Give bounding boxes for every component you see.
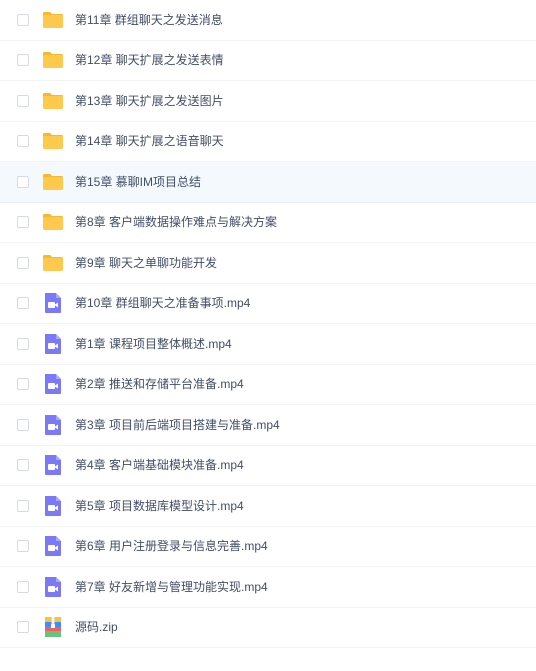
row-checkbox[interactable]: [17, 54, 29, 67]
file-row[interactable]: 第9章 聊天之单聊功能开发: [0, 243, 536, 284]
file-row[interactable]: 第5章 项目数据库模型设计.mp4: [0, 486, 536, 527]
file-name[interactable]: 第9章 聊天之单聊功能开发: [75, 256, 217, 270]
file-name[interactable]: 第10章 群组聊天之准备事项.mp4: [75, 296, 250, 310]
file-row[interactable]: 第3章 项目前后端项目搭建与准备.mp4: [0, 405, 536, 446]
file-list: 第11章 群组聊天之发送消息 第12章 聊天扩展之发送表情 第13章 聊天扩展之…: [0, 0, 536, 648]
row-checkbox[interactable]: [17, 418, 29, 431]
row-checkbox[interactable]: [17, 499, 29, 512]
file-name[interactable]: 第13章 聊天扩展之发送图片: [75, 94, 224, 108]
file-name[interactable]: 第4章 客户端基础模块准备.mp4: [75, 458, 244, 472]
file-row[interactable]: 第10章 群组聊天之准备事项.mp4: [0, 284, 536, 324]
file-name[interactable]: 源码.zip: [75, 620, 118, 634]
row-checkbox[interactable]: [17, 175, 29, 188]
folder-icon: [41, 170, 65, 194]
row-checkbox[interactable]: [17, 216, 29, 229]
row-checkbox[interactable]: [17, 135, 29, 148]
zip-archive-icon: [41, 615, 65, 639]
file-row[interactable]: 第12章 聊天扩展之发送表情: [0, 41, 536, 81]
file-name[interactable]: 第7章 好友新增与管理功能实现.mp4: [75, 580, 268, 594]
file-name[interactable]: 第8章 客户端数据操作难点与解决方案: [75, 215, 277, 229]
folder-icon: [41, 48, 65, 72]
file-row[interactable]: 第2章 推送和存储平台准备.mp4: [0, 365, 536, 405]
file-row[interactable]: 第8章 客户端数据操作难点与解决方案: [0, 203, 536, 243]
folder-icon: [41, 251, 65, 275]
video-file-icon: [41, 372, 65, 396]
video-file-icon: [41, 291, 65, 315]
row-checkbox[interactable]: [17, 337, 29, 350]
file-name[interactable]: 第2章 推送和存储平台准备.mp4: [75, 377, 244, 391]
folder-icon: [41, 89, 65, 113]
video-file-icon: [41, 575, 65, 599]
file-row[interactable]: 第6章 用户注册登录与信息完善.mp4: [0, 527, 536, 567]
file-row[interactable]: 源码.zip: [0, 608, 536, 648]
video-file-icon: [41, 534, 65, 558]
file-name[interactable]: 第14章 聊天扩展之语音聊天: [75, 134, 224, 148]
file-row[interactable]: 第7章 好友新增与管理功能实现.mp4: [0, 567, 536, 608]
folder-icon: [41, 8, 65, 32]
video-file-icon: [41, 453, 65, 477]
file-row[interactable]: 第11章 群组聊天之发送消息: [0, 0, 536, 41]
row-checkbox[interactable]: [17, 297, 29, 310]
row-checkbox[interactable]: [17, 256, 29, 269]
file-row[interactable]: 第13章 聊天扩展之发送图片: [0, 81, 536, 122]
video-file-icon: [41, 332, 65, 356]
file-name[interactable]: 第11章 群组聊天之发送消息: [75, 13, 223, 27]
row-checkbox[interactable]: [17, 13, 29, 26]
file-name[interactable]: 第12章 聊天扩展之发送表情: [75, 53, 224, 67]
file-row[interactable]: 第1章 课程项目整体概述.mp4: [0, 324, 536, 365]
file-name[interactable]: 第15章 慕聊IM项目总结: [75, 175, 201, 189]
row-checkbox[interactable]: [17, 540, 29, 553]
file-name[interactable]: 第3章 项目前后端项目搭建与准备.mp4: [75, 418, 280, 432]
folder-icon: [41, 210, 65, 234]
file-name[interactable]: 第5章 项目数据库模型设计.mp4: [75, 499, 244, 513]
file-row[interactable]: 第14章 聊天扩展之语音聊天: [0, 122, 536, 162]
file-name[interactable]: 第1章 课程项目整体概述.mp4: [75, 337, 232, 351]
folder-icon: [41, 129, 65, 153]
row-checkbox[interactable]: [17, 621, 29, 634]
file-row[interactable]: 第4章 客户端基础模块准备.mp4: [0, 446, 536, 486]
row-checkbox[interactable]: [17, 580, 29, 593]
file-name[interactable]: 第6章 用户注册登录与信息完善.mp4: [75, 539, 268, 553]
row-checkbox[interactable]: [17, 94, 29, 107]
row-checkbox[interactable]: [17, 459, 29, 472]
video-file-icon: [41, 413, 65, 437]
file-row[interactable]: 第15章 慕聊IM项目总结: [0, 162, 536, 203]
video-file-icon: [41, 494, 65, 518]
row-checkbox[interactable]: [17, 378, 29, 391]
